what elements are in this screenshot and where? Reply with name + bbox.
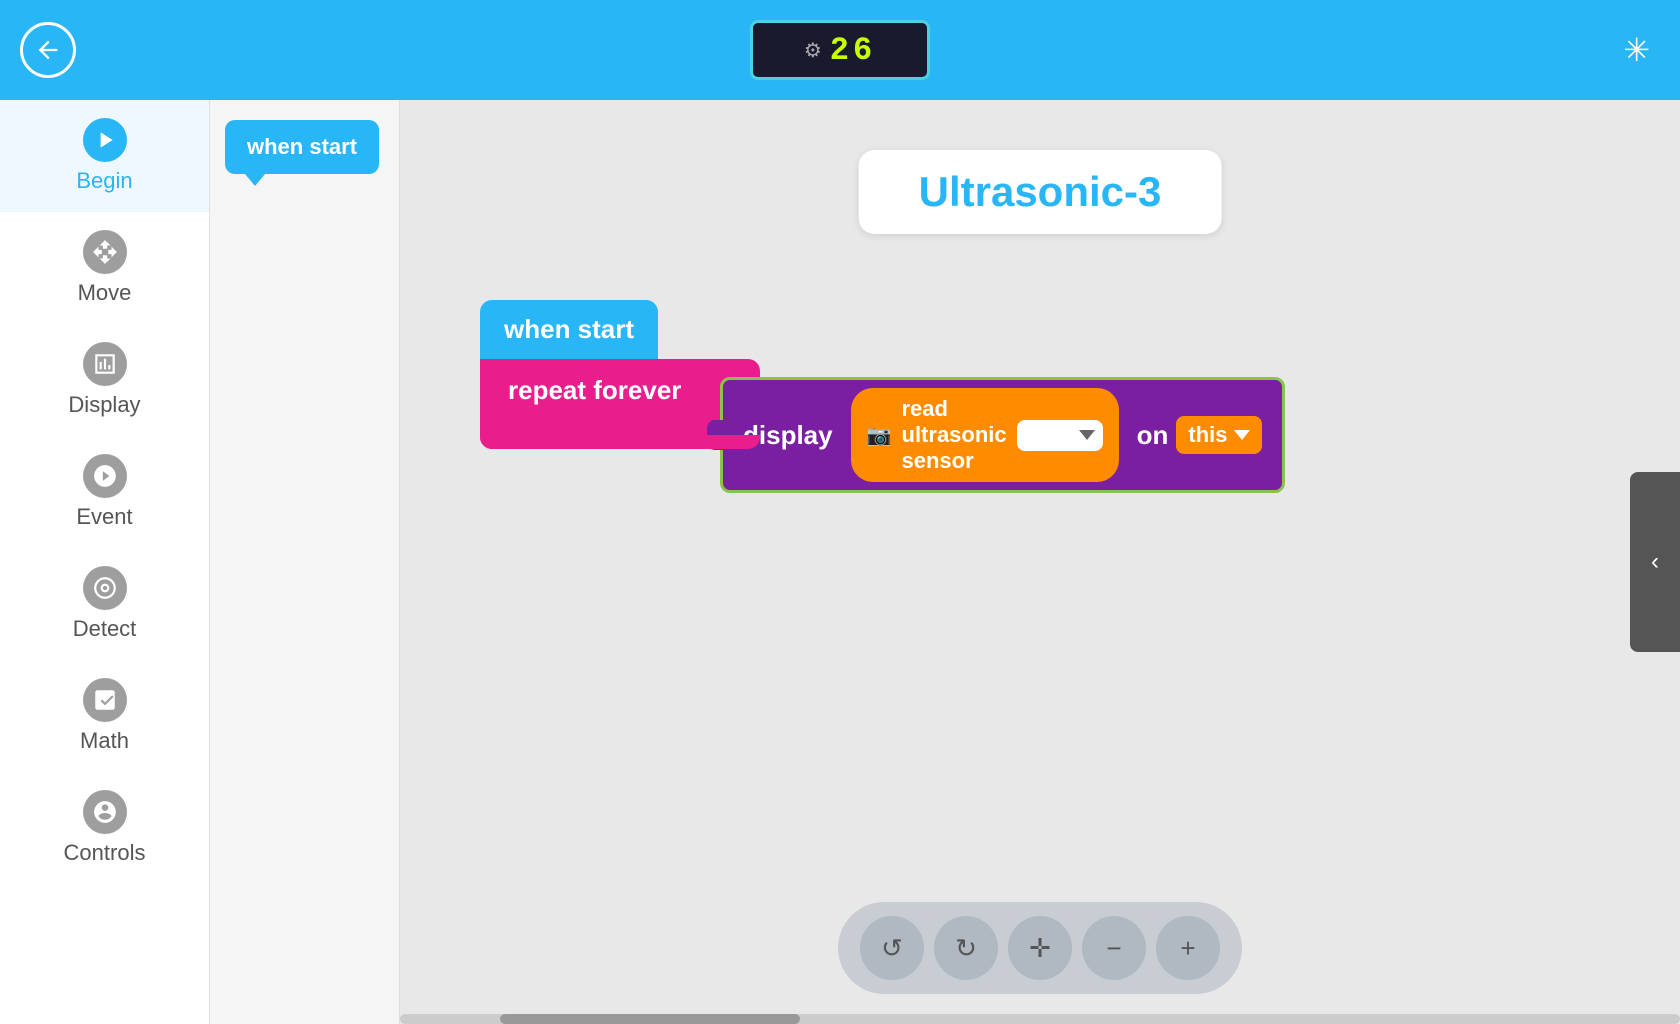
sidebar: Begin Move Display E xyxy=(0,100,210,1024)
port-label: port3 xyxy=(1025,424,1075,447)
canvas-title-text: Ultrasonic-3 xyxy=(919,168,1162,215)
canvas-area: Ultrasonic-3 when start repeat forever d… xyxy=(400,100,1680,1024)
sidebar-label-math: Math xyxy=(80,728,129,754)
move-icon xyxy=(83,230,127,274)
sensor-label: read ultrasonic sensor xyxy=(902,396,1007,474)
when-start-trigger-label: when start xyxy=(504,314,634,344)
sidebar-item-event[interactable]: Event xyxy=(0,436,209,548)
canvas-scrollbar[interactable] xyxy=(400,1014,1680,1024)
this-label: this xyxy=(1188,422,1227,448)
back-arrow-icon xyxy=(34,36,62,64)
sidebar-item-move[interactable]: Move xyxy=(0,212,209,324)
move-arrows-icon xyxy=(92,239,118,265)
block-connector-left xyxy=(707,420,723,450)
minus-icon: − xyxy=(1106,933,1121,964)
settings-icon xyxy=(92,799,118,825)
canvas-scrollbar-thumb[interactable] xyxy=(500,1014,800,1024)
side-panel[interactable]: ‹ xyxy=(1630,472,1680,652)
bluetooth-icon: ✳ xyxy=(1623,31,1650,69)
when-start-block[interactable]: when start xyxy=(225,120,379,174)
display-number: 26 xyxy=(830,32,876,69)
code-blocks: when start repeat forever display 📷 read… xyxy=(480,300,760,449)
gear-icon: ⚙ xyxy=(804,38,822,63)
sidebar-label-controls: Controls xyxy=(64,840,146,866)
begin-icon xyxy=(83,118,127,162)
sidebar-label-move: Move xyxy=(78,280,132,306)
sidebar-item-display[interactable]: Display xyxy=(0,324,209,436)
move-button[interactable]: ✛ xyxy=(1008,916,1072,980)
sidebar-item-controls[interactable]: Controls xyxy=(0,772,209,884)
sidebar-label-event: Event xyxy=(76,504,132,530)
controls-icon xyxy=(83,790,127,834)
move-icon: ✛ xyxy=(1029,933,1051,964)
on-this-block: on this xyxy=(1127,416,1272,454)
play-circle-icon xyxy=(92,463,118,489)
redo-button[interactable]: ↻ xyxy=(934,916,998,980)
back-button[interactable] xyxy=(20,22,76,78)
zoom-in-button[interactable]: + xyxy=(1156,916,1220,980)
display-screen: ⚙ 26 xyxy=(750,20,930,80)
undo-button[interactable]: ↺ xyxy=(860,916,924,980)
display-icon xyxy=(83,342,127,386)
detect-icon xyxy=(83,566,127,610)
sidebar-label-display: Display xyxy=(68,392,140,418)
blocks-panel: when start xyxy=(210,100,400,1024)
undo-icon: ↺ xyxy=(881,933,903,964)
math-symbol-icon xyxy=(92,687,118,713)
math-icon xyxy=(83,678,127,722)
when-start-block-label: when start xyxy=(247,134,357,159)
play-icon xyxy=(92,127,118,153)
this-dropdown-arrow xyxy=(1234,430,1250,440)
sidebar-item-detect[interactable]: Detect xyxy=(0,548,209,660)
when-start-trigger-block[interactable]: when start xyxy=(480,300,658,359)
sidebar-item-begin[interactable]: Begin xyxy=(0,100,209,212)
zoom-out-button[interactable]: − xyxy=(1082,916,1146,980)
radar-icon xyxy=(92,575,118,601)
redo-icon: ↻ xyxy=(955,933,977,964)
repeat-forever-block[interactable]: repeat forever display 📷 read ultrasonic… xyxy=(480,359,760,449)
sidebar-item-math[interactable]: Math xyxy=(0,660,209,772)
sensor-camera-icon: 📷 xyxy=(867,423,892,448)
on-label: on xyxy=(1137,420,1169,451)
side-panel-arrow-icon: ‹ xyxy=(1651,548,1659,576)
display-block-wrapper: display 📷 read ultrasonic sensor port3 o… xyxy=(720,377,1285,493)
plus-icon: + xyxy=(1180,933,1195,964)
sensor-block[interactable]: 📷 read ultrasonic sensor port3 xyxy=(851,388,1119,482)
device-display: ⚙ 26 xyxy=(650,14,1030,86)
repeat-forever-label: repeat forever xyxy=(508,375,681,405)
canvas-title: Ultrasonic-3 xyxy=(859,150,1222,234)
port-selector[interactable]: port3 xyxy=(1017,420,1103,451)
top-bar: ⚙ 26 ✳ xyxy=(0,0,1680,100)
display-label: display xyxy=(733,420,843,451)
chart-icon xyxy=(92,351,118,377)
port-dropdown-arrow xyxy=(1079,430,1095,440)
sidebar-label-begin: Begin xyxy=(76,168,132,194)
event-icon xyxy=(83,454,127,498)
this-selector[interactable]: this xyxy=(1176,416,1261,454)
bottom-toolbar: ↺ ↻ ✛ − + xyxy=(838,902,1242,994)
main-layout: Begin Move Display E xyxy=(0,100,1680,1024)
sidebar-label-detect: Detect xyxy=(73,616,137,642)
